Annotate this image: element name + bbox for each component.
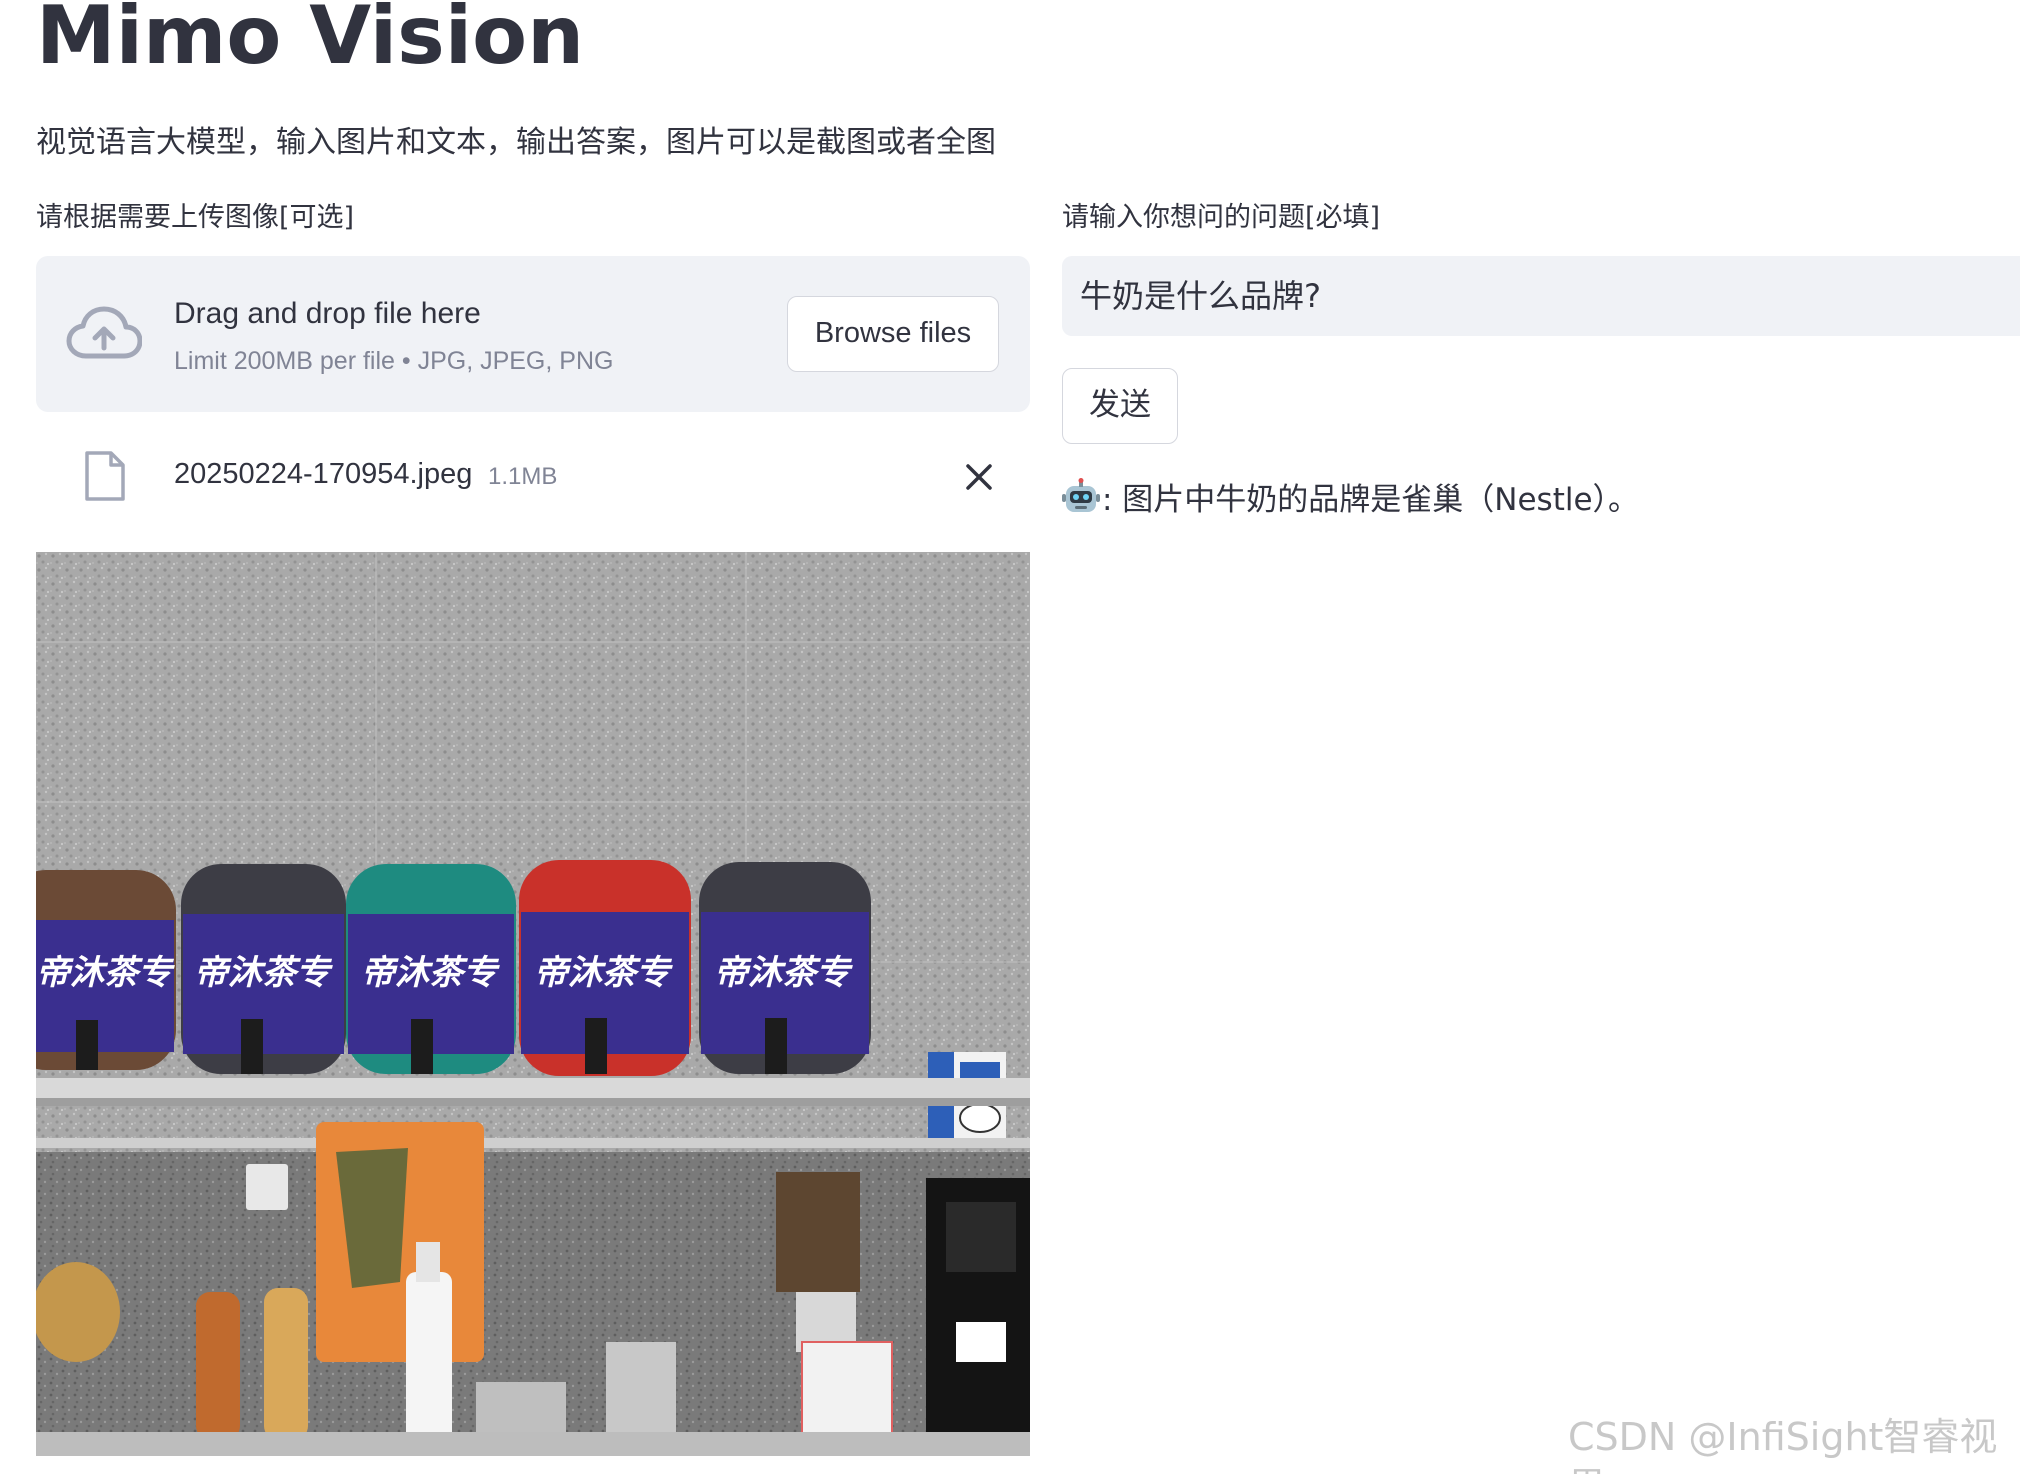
dispenser-label: 帝沐茶专: [36, 953, 175, 993]
uploaded-file-size: 1.1MB: [488, 463, 558, 490]
file-icon: [85, 451, 125, 501]
send-button[interactable]: 发送: [1062, 368, 1178, 444]
page-title: Mimo Vision: [36, 0, 585, 82]
question-input[interactable]: 牛奶是什么品牌?: [1062, 256, 2020, 336]
upload-column: 请根据需要上传图像[可选] Drag and drop file here Li…: [36, 200, 1030, 1456]
close-icon[interactable]: [964, 462, 994, 492]
upload-label: 请根据需要上传图像[可选]: [36, 202, 355, 233]
dispenser-label: 帝沐茶专: [194, 953, 333, 993]
answer-output: : 图片中牛奶的品牌是雀巢（Nestle）。: [1062, 478, 1639, 522]
kitchen-photo: 帝沐茶专 帝沐茶专 帝沐茶专 帝沐茶专 帝沐茶专: [36, 552, 1030, 1456]
question-column: 请输入你想问的问题[必填] 牛奶是什么品牌? 发送 : 图片中牛奶的品牌是雀巢（…: [1062, 200, 2020, 518]
answer-text: : 图片中牛奶的品牌是雀巢（Nestle）。: [1102, 482, 1640, 518]
dropzone-limit: Limit 200MB per file • JPG, JPEG, PNG: [174, 347, 614, 375]
uploaded-file-name: 20250224-170954.jpeg: [174, 458, 473, 490]
dispenser-label: 帝沐茶专: [714, 953, 853, 993]
file-dropzone[interactable]: Drag and drop file here Limit 200MB per …: [36, 256, 1030, 412]
dropzone-title: Drag and drop file here: [174, 297, 481, 330]
dispenser-label: 帝沐茶专: [534, 953, 673, 993]
dispensers: 帝沐茶专 帝沐茶专 帝沐茶专 帝沐茶专 帝沐茶专: [36, 860, 871, 1076]
cloud-upload-icon: [66, 306, 142, 359]
question-label: 请输入你想问的问题[必填]: [1062, 202, 1381, 233]
page-description: 视觉语言大模型，输入图片和文本，输出答案，图片可以是截图或者全图: [36, 125, 996, 160]
browse-files-button[interactable]: Browse files: [787, 296, 999, 372]
robot-icon: [1062, 478, 1100, 512]
uploaded-image-preview: 帝沐茶专 帝沐茶专 帝沐茶专 帝沐茶专 帝沐茶专: [36, 552, 1030, 1456]
dispenser-label: 帝沐茶专: [361, 953, 500, 993]
uploaded-file-row: 20250224-170954.jpeg 1.1MB: [36, 436, 1030, 516]
watermark: CSDN @InfiSight智睿视界: [1568, 1415, 1998, 1474]
